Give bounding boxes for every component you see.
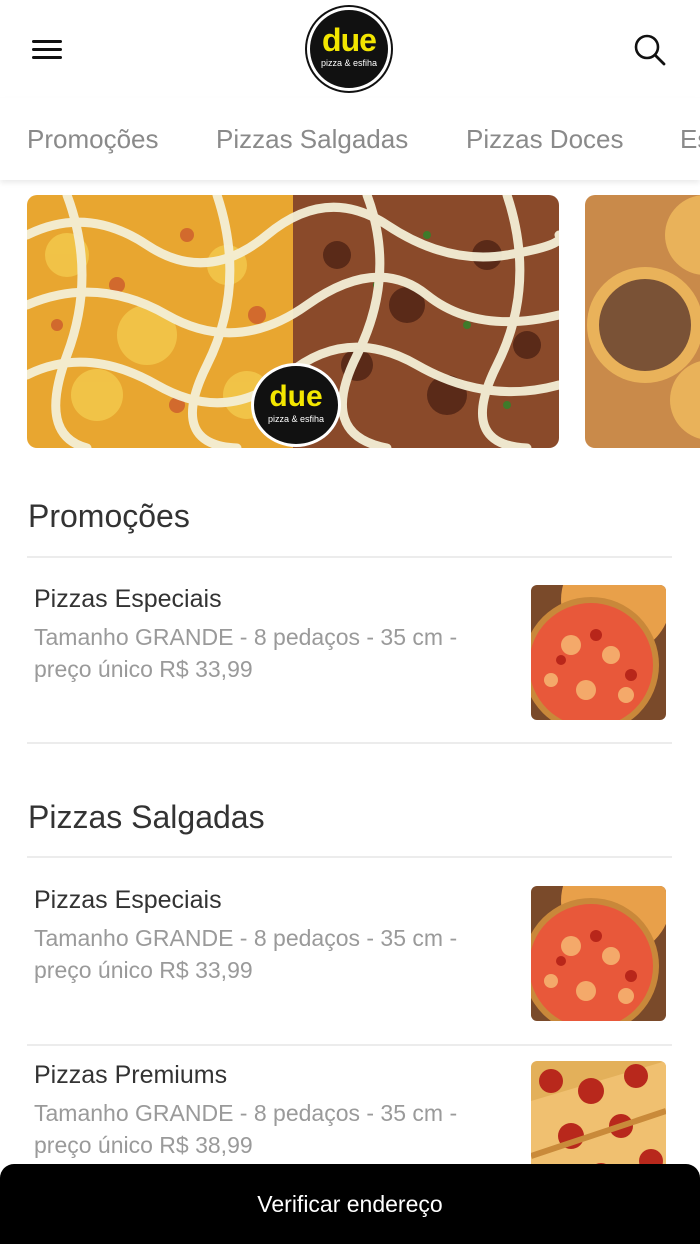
logo-main-text: due — [322, 22, 377, 58]
divider — [27, 856, 672, 858]
tab-next-category[interactable]: Es — [680, 124, 700, 155]
banner-logo: due pizza & esfiha — [251, 363, 341, 447]
divider — [27, 742, 672, 744]
verify-address-button[interactable]: Verificar endereço — [0, 1164, 700, 1244]
section-title-promocoes: Promoções — [28, 498, 190, 534]
banner-logo-main-text: due — [269, 380, 323, 413]
item-image — [531, 886, 666, 1021]
list-item[interactable]: Pizzas Especiais Tamanho GRANDE - 8 peda… — [27, 585, 672, 725]
item-name: Pizzas Premiums — [34, 1061, 228, 1089]
logo-sub-text: pizza & esfiha — [320, 58, 378, 68]
list-item[interactable]: Pizzas Especiais Tamanho GRANDE - 8 peda… — [27, 886, 672, 1026]
item-description: Tamanho GRANDE - 8 pedaços - 35 cm - pre… — [34, 1100, 458, 1158]
app-header: due pizza & esfiha — [0, 0, 700, 98]
banner-esfiha-image[interactable] — [585, 195, 700, 448]
divider — [27, 1044, 672, 1046]
section-title-pizzas-salgadas: Pizzas Salgadas — [28, 799, 265, 835]
banner-logo-sub-text: pizza & esfiha — [267, 414, 325, 424]
brand-logo[interactable]: due pizza & esfiha — [307, 7, 391, 91]
hamburger-menu-icon[interactable] — [30, 36, 66, 64]
divider — [27, 556, 672, 558]
item-image — [531, 585, 666, 720]
item-name: Pizzas Especiais — [34, 585, 222, 613]
tab-pizzas-doces[interactable]: Pizzas Doces — [466, 124, 624, 155]
category-tabs: Promoções Pizzas Salgadas Pizzas Doces E… — [0, 98, 700, 180]
banner-pizza-image[interactable]: due pizza & esfiha — [27, 195, 559, 448]
search-icon[interactable] — [630, 30, 670, 70]
item-name: Pizzas Especiais — [34, 886, 222, 914]
banner-carousel[interactable]: due pizza & esfiha — [0, 180, 700, 470]
tab-pizzas-salgadas[interactable]: Pizzas Salgadas — [216, 124, 408, 155]
item-description: Tamanho GRANDE - 8 pedaços - 35 cm - pre… — [34, 925, 458, 983]
tab-promocoes[interactable]: Promoções — [27, 124, 159, 155]
item-description: Tamanho GRANDE - 8 pedaços - 35 cm - pre… — [34, 624, 458, 682]
